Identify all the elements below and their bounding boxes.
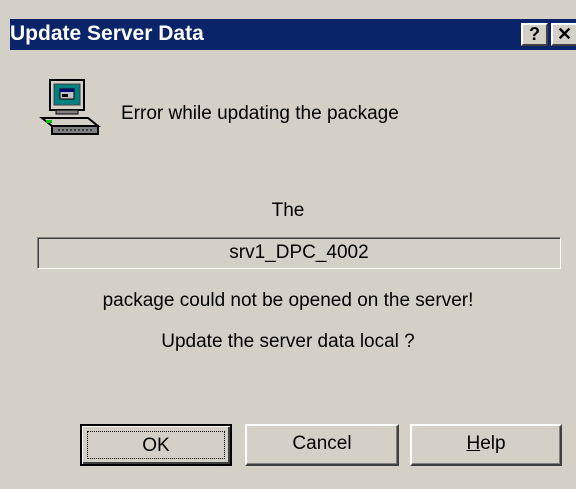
ok-button-label: OK: [87, 431, 225, 459]
computer-icon: [39, 79, 101, 135]
update-question: Update the server data local ?: [161, 331, 415, 352]
help-button-mnemonic: H: [466, 433, 481, 454]
update-server-data-dialog: Update Server Data ? ✕ Error while updat…: [0, 0, 576, 489]
package-name-field: srv1_DPC_4002: [37, 237, 561, 269]
help-button[interactable]: Help: [410, 424, 562, 466]
close-title-button[interactable]: ✕: [551, 23, 576, 46]
window-title: Update Server Data: [10, 22, 204, 45]
cancel-button[interactable]: Cancel: [245, 424, 399, 466]
not-opened-message: package could not be opened on the serve…: [102, 290, 474, 311]
help-title-button[interactable]: ?: [521, 23, 548, 46]
error-message: Error while updating the package: [121, 103, 399, 124]
help-icon: ?: [529, 24, 540, 44]
title-bar[interactable]: Update Server Data ? ✕: [10, 19, 576, 50]
close-icon: ✕: [556, 24, 573, 44]
the-label: The: [271, 200, 305, 221]
help-button-label: elp: [480, 433, 506, 454]
ok-button[interactable]: OK: [80, 424, 232, 466]
